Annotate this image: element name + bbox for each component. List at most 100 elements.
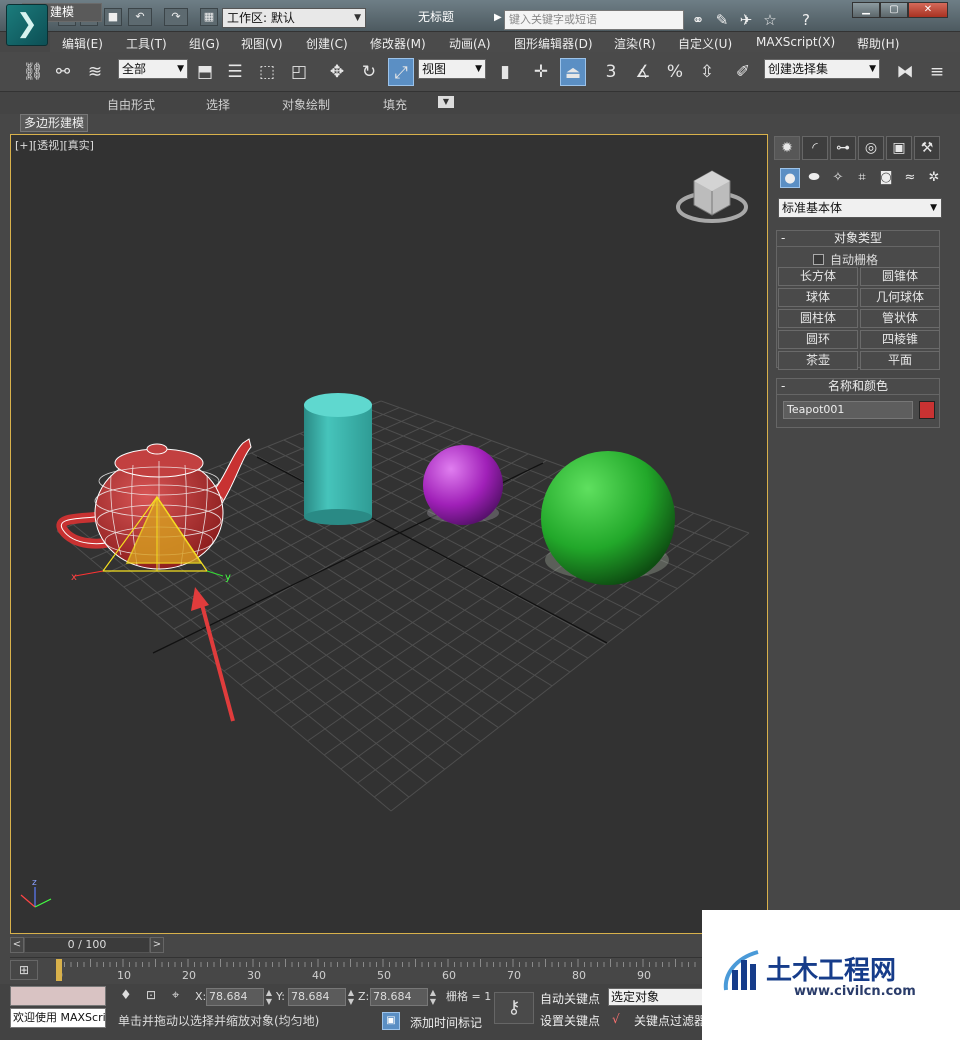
named-selection-dropdown[interactable]: 创建选择集 ▼	[764, 59, 880, 79]
favorites-star-icon[interactable]: ☆	[760, 10, 780, 30]
menu-item-3[interactable]: 视图(V)	[241, 35, 283, 52]
helpers-icon[interactable]: ◙	[876, 168, 896, 188]
select-manipulate-icon[interactable]: ✛	[528, 58, 554, 86]
create-object-button-4[interactable]: 圆柱体	[778, 309, 858, 328]
create-object-button-6[interactable]: 圆环	[778, 330, 858, 349]
bind-space-warp-icon[interactable]: ≋	[82, 58, 108, 86]
menu-item-4[interactable]: 创建(C)	[306, 35, 348, 52]
x-coord-field[interactable]: 78.684	[206, 988, 264, 1006]
menu-item-5[interactable]: 修改器(M)	[370, 35, 426, 52]
maximize-button[interactable]: ▢	[880, 2, 908, 18]
redo-button[interactable]: ↷	[164, 8, 188, 26]
shapes-icon[interactable]: ⬬	[804, 168, 824, 188]
current-frame-marker[interactable]	[56, 959, 62, 981]
menu-item-8[interactable]: 渲染(R)	[614, 35, 656, 52]
create-object-button-8[interactable]: 茶壶	[778, 351, 858, 370]
isolate-icon[interactable]: ♦	[120, 988, 132, 1003]
ribbon-options-icon[interactable]: ▼	[438, 96, 454, 108]
time-slider-thumb[interactable]: 0 / 100	[24, 937, 150, 953]
create-object-button-9[interactable]: 平面	[860, 351, 940, 370]
spinner-snap-icon[interactable]: ⇳	[694, 58, 720, 86]
app-logo-button[interactable]: ❯	[6, 4, 48, 46]
y-coord-field[interactable]: 78.684	[288, 988, 346, 1006]
minimize-button[interactable]: ▁	[852, 2, 880, 18]
snap-toggle-button[interactable]: 3	[598, 58, 624, 86]
ribbon-subtab-poly-modeling[interactable]: 多边形建模	[20, 114, 88, 132]
name-color-header[interactable]: - 名称和颜色	[777, 379, 939, 395]
menu-item-0[interactable]: 编辑(E)	[62, 35, 103, 52]
create-tab-icon[interactable]: ✹	[774, 136, 800, 160]
maxscript-listener-pink[interactable]	[10, 986, 106, 1006]
object-category-dropdown[interactable]: 标准基本体 ▼	[778, 198, 942, 218]
modify-tab-icon[interactable]: ◜	[802, 136, 828, 160]
object-color-swatch[interactable]	[919, 401, 935, 419]
menu-item-2[interactable]: 组(G)	[189, 35, 220, 52]
unlink-icon[interactable]: ⚯	[50, 58, 76, 86]
ref-coord-dropdown[interactable]: 视图 ▼	[418, 59, 486, 79]
search-input[interactable]: 键入关键字或短语	[504, 10, 684, 30]
key-filters-button[interactable]: 关键点过滤器	[634, 1012, 706, 1029]
maxscript-listener-white[interactable]: 欢迎使用 MAXScri	[10, 1008, 106, 1028]
pivot-center-icon[interactable]: ▮	[492, 58, 518, 86]
create-object-button-3[interactable]: 几何球体	[860, 288, 940, 307]
project-folder-button[interactable]: ▦	[200, 8, 218, 26]
geometry-icon[interactable]: ●	[780, 168, 800, 188]
create-object-button-2[interactable]: 球体	[778, 288, 858, 307]
key-filter-selection-dropdown[interactable]: 选定对象	[608, 988, 704, 1006]
prev-frame-button[interactable]: <	[10, 937, 24, 953]
menu-item-7[interactable]: 图形编辑器(D)	[514, 35, 593, 52]
menu-item-9[interactable]: 自定义(U)	[678, 35, 732, 52]
menu-item-10[interactable]: MAXScript(X)	[756, 35, 835, 49]
perspective-viewport[interactable]: x y z [+][透视][真实]	[10, 134, 768, 934]
display-tab-icon[interactable]: ▣	[886, 136, 912, 160]
y-spinner-icon[interactable]: ▲ ▼	[346, 988, 356, 1006]
create-object-button-1[interactable]: 圆锥体	[860, 267, 940, 286]
set-key-mode-icon[interactable]: ⚷	[494, 992, 534, 1024]
undo-button[interactable]: ↶	[128, 8, 152, 26]
object-type-header[interactable]: - 对象类型	[777, 231, 939, 247]
motion-tab-icon[interactable]: ◎	[858, 136, 884, 160]
key-filter-curve-icon[interactable]: √	[612, 1012, 620, 1026]
edit-named-sets-icon[interactable]: ✐	[730, 58, 756, 86]
ribbon-tab-selection[interactable]: 选择	[206, 96, 230, 113]
z-coord-field[interactable]: 78.684	[370, 988, 428, 1006]
percent-snap-icon[interactable]: %	[662, 58, 688, 86]
menu-item-11[interactable]: 帮助(H)	[857, 35, 899, 52]
window-crossing-icon[interactable]: ◰	[286, 58, 312, 86]
select-by-name-icon[interactable]: ☰	[222, 58, 248, 86]
set-key-button[interactable]: 设置关键点	[540, 1012, 600, 1029]
rect-selection-icon[interactable]: ⬚	[254, 58, 280, 86]
rotate-icon[interactable]: ↻	[356, 58, 382, 86]
align-icon[interactable]: ≡	[924, 58, 950, 86]
menu-item-1[interactable]: 工具(T)	[126, 35, 167, 52]
add-time-tag-button[interactable]: 添加时间标记	[410, 1014, 482, 1031]
time-tag-icon[interactable]: ▣	[382, 1012, 400, 1030]
menu-item-6[interactable]: 动画(A)	[449, 35, 491, 52]
cameras-icon[interactable]: ⌗	[852, 168, 872, 188]
select-link-icon[interactable]: ⛓	[20, 58, 46, 86]
create-object-button-7[interactable]: 四棱锥	[860, 330, 940, 349]
ribbon-tab-object-paint[interactable]: 对象绘制	[282, 96, 330, 113]
selection-lock-icon[interactable]: ⊡	[146, 988, 156, 1002]
keyboard-shortcut-override-icon[interactable]: ⏏	[560, 58, 586, 86]
angle-snap-icon[interactable]: ∡	[630, 58, 656, 86]
create-object-button-0[interactable]: 长方体	[778, 267, 858, 286]
close-button[interactable]: ✕	[908, 2, 948, 18]
exchange-icon[interactable]: ✈	[736, 10, 756, 30]
search-expand-icon[interactable]: ▶	[494, 12, 502, 23]
ribbon-tab-freeform[interactable]: 自由形式	[107, 96, 155, 113]
curve-editor-toggle-icon[interactable]: ⊞	[10, 960, 38, 980]
tools-icon[interactable]: ✎	[712, 10, 732, 30]
lights-icon[interactable]: ✧	[828, 168, 848, 188]
mirror-icon[interactable]: ⧓	[892, 58, 918, 86]
select-object-icon[interactable]: ⬒	[192, 58, 218, 86]
space-warps-icon[interactable]: ≈	[900, 168, 920, 188]
object-name-input[interactable]: Teapot001	[783, 401, 913, 419]
absolute-mode-icon[interactable]: ⌖	[172, 988, 179, 1003]
workspace-dropdown[interactable]: 工作区: 默认 ▼	[222, 8, 366, 28]
next-frame-button[interactable]: >	[150, 937, 164, 953]
z-spinner-icon[interactable]: ▲ ▼	[428, 988, 438, 1006]
hierarchy-tab-icon[interactable]: ⊶	[830, 136, 856, 160]
auto-key-button[interactable]: 自动关键点	[540, 990, 600, 1007]
viewport-label-menu[interactable]: [+][透视][真实]	[15, 137, 94, 153]
